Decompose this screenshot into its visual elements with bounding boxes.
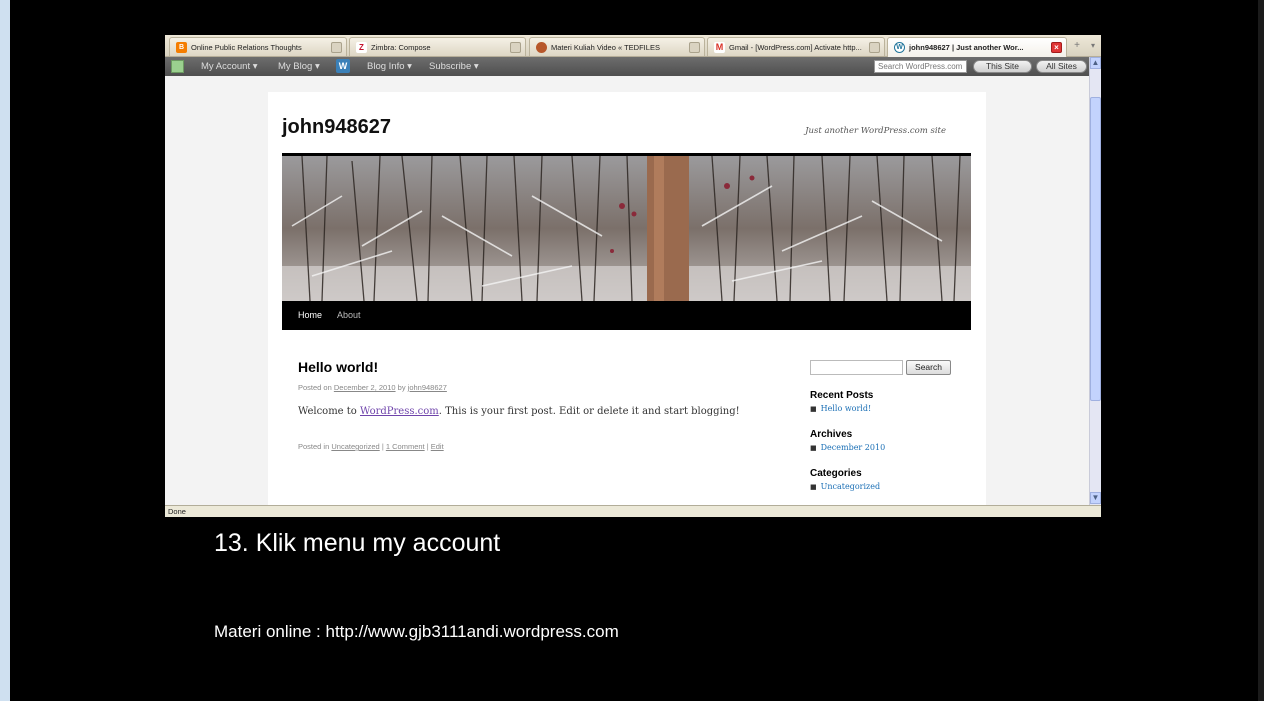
post-meta: Posted on December 2, 2010 by john948627	[298, 383, 447, 392]
subscribe-menu[interactable]: Subscribe ▾	[429, 57, 479, 76]
primary-nav: Home About	[282, 301, 971, 330]
post-meta-prefix: Posted on	[298, 383, 334, 392]
slide-caption: 13. Klik menu my account	[214, 529, 501, 557]
wordpress-logo-icon[interactable]: W	[336, 59, 350, 73]
tab-label: Online Public Relations Thoughts	[191, 42, 302, 52]
my-account-menu[interactable]: My Account ▾	[201, 57, 258, 76]
blog-info-menu[interactable]: Blog Info ▾	[367, 57, 412, 76]
archives-heading: Archives	[810, 429, 853, 440]
site-title[interactable]: john948627	[282, 116, 391, 139]
tedfiles-icon	[536, 41, 547, 53]
post-meta-by: by	[395, 383, 408, 392]
new-tab-icon[interactable]: +	[1069, 39, 1085, 53]
tab-online-pr[interactable]: B Online Public Relations Thoughts	[169, 37, 347, 56]
tab-close-icon[interactable]	[331, 42, 342, 53]
this-site-button[interactable]: This Site	[973, 60, 1032, 73]
all-sites-button[interactable]: All Sites	[1036, 60, 1087, 73]
tab-label: Zimbra: Compose	[371, 42, 431, 52]
post-content: Welcome to WordPress.com. This is your f…	[298, 406, 740, 417]
bullet-icon: ■	[810, 483, 817, 491]
blog-page: john948627 Just another WordPress.com si…	[268, 92, 986, 505]
wordpress-search-input[interactable]: Search WordPress.com	[874, 60, 967, 73]
site-description: Just another WordPress.com site	[805, 126, 946, 136]
category-link[interactable]: Uncategorized	[331, 442, 379, 451]
tab-close-icon[interactable]	[510, 42, 521, 53]
post-title[interactable]: Hello world!	[298, 359, 378, 375]
wordpress-icon: W	[894, 42, 905, 53]
tab-close-icon[interactable]	[869, 42, 880, 53]
slide-right-edge	[1258, 0, 1264, 701]
tab-list-arrow-icon[interactable]: ▾	[1087, 39, 1099, 53]
my-blog-menu[interactable]: My Blog ▾	[278, 57, 320, 76]
avatar[interactable]	[171, 60, 184, 73]
browser-screenshot: B Online Public Relations Thoughts Z Zim…	[165, 35, 1101, 517]
tab-close-icon[interactable]: ×	[1051, 42, 1062, 53]
status-bar: Done	[165, 505, 1101, 517]
wordpress-admin-bar: My Account ▾ My Blog ▾ W Blog Info ▾ Sub…	[165, 57, 1101, 76]
tab-zimbra[interactable]: Z Zimbra: Compose	[349, 37, 526, 56]
slide-left-edge	[0, 0, 10, 701]
vertical-scrollbar[interactable]: ▲ ▼	[1089, 57, 1101, 505]
tab-john948627[interactable]: W john948627 | Just another Wor... ×	[887, 37, 1067, 57]
edit-link[interactable]: Edit	[431, 442, 444, 451]
comments-link[interactable]: 1 Comment	[386, 442, 425, 451]
archive-label[interactable]: December 2010	[821, 443, 886, 452]
snowy-forest-image	[282, 156, 971, 301]
posted-in-label: Posted in	[298, 442, 332, 451]
categories-heading: Categories	[810, 468, 862, 479]
tab-tedfiles[interactable]: Materi Kuliah Video « TEDFILES	[529, 37, 705, 56]
header-image	[282, 156, 971, 301]
gmail-icon: M	[714, 41, 725, 53]
tab-close-icon[interactable]	[689, 42, 700, 53]
bullet-icon: ■	[810, 405, 817, 413]
tab-gmail[interactable]: M Gmail - [WordPress.com] Activate http.…	[707, 37, 885, 56]
tab-label: john948627 | Just another Wor...	[909, 43, 1024, 52]
post-author-link[interactable]: john948627	[408, 383, 447, 392]
category-label[interactable]: Uncategorized	[821, 482, 880, 491]
scrollbar-thumb[interactable]	[1090, 97, 1101, 401]
recent-posts-heading: Recent Posts	[810, 390, 874, 401]
tab-label: Gmail - [WordPress.com] Activate http...	[729, 42, 862, 52]
category-item[interactable]: ■ Uncategorized	[810, 482, 880, 491]
archive-item[interactable]: ■ December 2010	[810, 443, 885, 452]
post-body-suffix: . This is your first post. Edit or delet…	[438, 406, 740, 417]
post-date-link[interactable]: December 2, 2010	[334, 383, 396, 392]
scroll-up-icon[interactable]: ▲	[1090, 57, 1101, 69]
recent-post-item[interactable]: ■ Hello world!	[810, 404, 871, 413]
post-footer: Posted in Uncategorized | 1 Comment | Ed…	[298, 442, 444, 451]
tab-label: Materi Kuliah Video « TEDFILES	[551, 42, 660, 52]
nav-home[interactable]: Home	[298, 301, 322, 330]
recent-post-label[interactable]: Hello world!	[821, 404, 872, 413]
post-body-prefix: Welcome to	[298, 406, 360, 417]
slide-footnote: Materi online : http://www.gjb3111andi.w…	[214, 622, 619, 641]
scroll-down-icon[interactable]: ▼	[1090, 492, 1101, 504]
sidebar-search-button[interactable]: Search	[906, 360, 951, 375]
bullet-icon: ■	[810, 444, 817, 452]
tab-bar: B Online Public Relations Thoughts Z Zim…	[165, 35, 1101, 57]
blogger-icon: B	[176, 41, 187, 53]
nav-about[interactable]: About	[337, 301, 361, 330]
sidebar-search-input[interactable]	[810, 360, 903, 375]
zimbra-icon: Z	[356, 41, 367, 53]
wordpress-com-link[interactable]: WordPress.com	[360, 406, 439, 417]
